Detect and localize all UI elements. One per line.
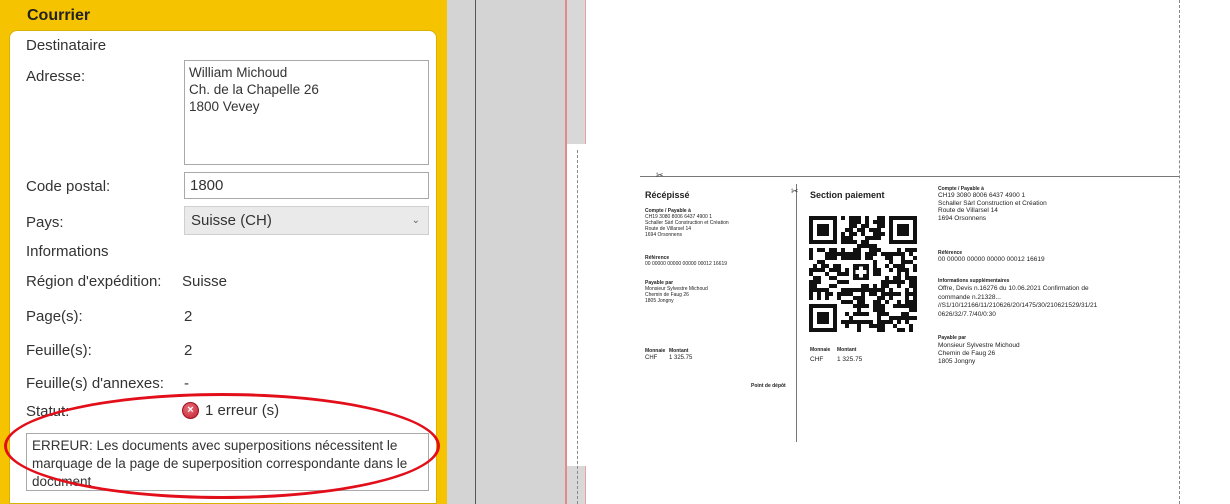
- receipt-payable-by-block: Monsieur Sylvestre Michoud Chemin de Fau…: [645, 286, 708, 304]
- payment-amount-value: 1 325.75: [837, 356, 863, 363]
- receipt-amount-label: Montant: [669, 348, 689, 354]
- receipt-title: Récépissé: [645, 190, 690, 200]
- cut-line-vertical: [796, 184, 797, 442]
- payment-reference-value: 00 00000 00000 00000 00012 16619: [938, 256, 1045, 263]
- pages-value: 2: [184, 308, 193, 325]
- destinataire-heading: Destinataire: [26, 37, 107, 54]
- viewer-gutter: [447, 0, 565, 504]
- status-label: Statut:: [26, 403, 70, 420]
- receipt-amount-value: 1 325.75: [669, 355, 693, 361]
- address-label: Adresse:: [26, 68, 86, 85]
- document-viewer[interactable]: ✂ ✂ Récépissé Compte / Payable à CH19 30…: [565, 0, 1230, 504]
- gutter-divider: [475, 0, 476, 504]
- page-fold-line-left: [577, 150, 578, 504]
- address-textarea[interactable]: William Michoud Ch. de la Chapelle 26 18…: [184, 60, 429, 165]
- country-select-value: Suisse (CH): [191, 212, 272, 229]
- postal-code-label: Code postal:: [26, 178, 111, 195]
- payment-additional-block: Offre, Devis n.16276 du 10.06.2021 Confi…: [938, 285, 1098, 318]
- receipt-currency-label: Monnaie: [645, 348, 666, 354]
- sheets-value: 2: [184, 342, 193, 359]
- address-line-2: Ch. de la Chapelle 26: [189, 82, 319, 97]
- panel-card: Destinataire Adresse: William Michoud Ch…: [9, 30, 437, 504]
- informations-heading: Informations: [26, 243, 109, 260]
- courrier-panel: Courrier Destinataire Adresse: William M…: [0, 0, 447, 504]
- sheets-label: Feuille(s):: [26, 342, 92, 359]
- payment-currency-label: Monnaie: [810, 347, 831, 353]
- annex-sheets-value: -: [184, 375, 189, 392]
- annex-sheets-label: Feuille(s) d'annexes:: [26, 375, 164, 392]
- region-label: Région d'expédition:: [26, 273, 162, 290]
- region-value: Suisse: [182, 273, 228, 290]
- error-message-box[interactable]: ERREUR: Les documents avec superposition…: [26, 433, 429, 491]
- scissors-icon: ✂: [791, 186, 799, 196]
- payment-payable-by-label: Payable par: [938, 335, 967, 341]
- scissors-icon: ✂: [656, 170, 664, 180]
- error-icon: ×: [182, 402, 199, 419]
- payment-payable-by-block: Monsieur Sylvestre Michoud Chemin de Fau…: [938, 342, 1020, 365]
- page-fold-line-right: [1179, 0, 1180, 504]
- receipt-account-block: CH19 3080 8006 6437 4900 1 Schaller Sàrl…: [645, 214, 729, 238]
- chevron-down-icon: ⌄: [411, 215, 420, 226]
- payment-additional-label: Informations supplémentaires: [938, 278, 1010, 284]
- status-value: 1 erreur (s): [205, 402, 280, 419]
- payment-account-block: CH19 3080 8006 6437 4900 1 Schaller Sàrl…: [938, 192, 1047, 222]
- qr-code-image: [809, 216, 917, 332]
- payment-amount-label: Montant: [837, 347, 857, 353]
- cut-line-horizontal: [640, 176, 1179, 177]
- country-select[interactable]: Suisse (CH) ⌄: [184, 206, 429, 235]
- address-line-1: William Michoud: [189, 65, 288, 80]
- payment-title: Section paiement: [810, 190, 885, 200]
- postal-code-input[interactable]: 1800: [184, 172, 429, 199]
- address-line-3: 1800 Vevey: [189, 99, 260, 114]
- receipt-currency-value: CHF: [645, 355, 658, 361]
- page-margin-block-top: [567, 0, 586, 144]
- receipt-reference-value: 00 00000 00000 00000 00012 16619: [645, 261, 728, 267]
- receipt-depot-label: Point de dépôt: [751, 383, 786, 389]
- country-label: Pays:: [26, 214, 64, 231]
- pages-label: Page(s):: [26, 308, 83, 325]
- panel-title: Courrier: [27, 7, 91, 24]
- payment-currency-value: CHF: [810, 356, 824, 363]
